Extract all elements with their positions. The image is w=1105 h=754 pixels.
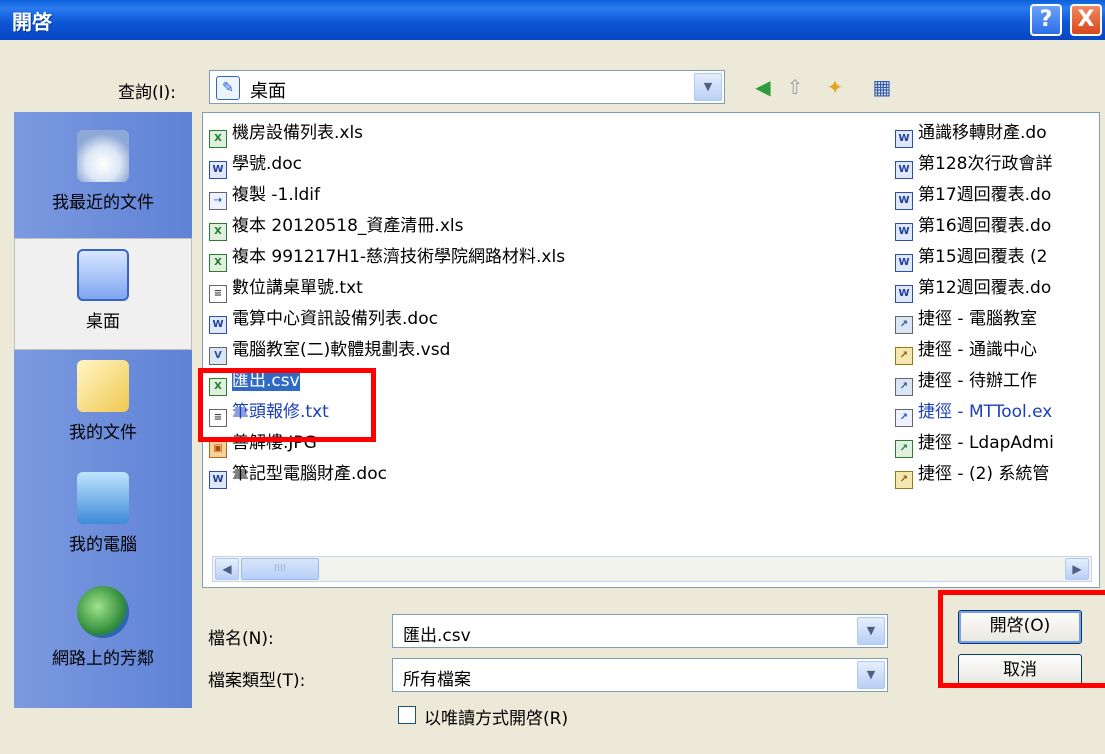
word-file-icon: W [895, 130, 913, 148]
scroll-left-icon[interactable]: ◀ [215, 558, 239, 580]
lookin-dropdown[interactable]: ✎ 桌面 ▼ [209, 70, 725, 104]
readonly-checkbox[interactable] [398, 706, 416, 724]
filetype-dropdown[interactable]: 所有檔案 ▼ [392, 658, 888, 692]
shortcut-icon: ↗ [895, 378, 913, 396]
list-item[interactable]: W 筆記型電腦財產.doc [209, 462, 387, 489]
help-button[interactable]: ? [1030, 4, 1062, 36]
network-places-icon [77, 586, 129, 638]
list-item[interactable]: ↗ 捷徑 - 通識中心 [895, 338, 1037, 365]
ldif-file-icon: ⇢ [209, 192, 227, 210]
new-folder-icon[interactable]: ✦ [822, 74, 848, 100]
shortcut-icon: ↗ [895, 409, 913, 427]
list-item[interactable]: X 機房設備列表.xls [209, 121, 363, 148]
places-bar: 我最近的文件 桌面 我的文件 我的電腦 網路上的芳鄰 [14, 112, 192, 708]
place-label: 網路上的芳鄰 [52, 649, 154, 669]
place-my-documents[interactable]: 我的文件 [14, 360, 192, 443]
filename-label: 檔名(N): [208, 629, 274, 649]
window-title: 開啓 [12, 10, 52, 34]
place-label: 我的文件 [69, 423, 137, 443]
list-item[interactable]: X 複本 20120518_資產清冊.xls [209, 214, 463, 241]
highlight-open-button [938, 590, 1105, 688]
word-file-icon: W [895, 285, 913, 303]
lookin-label: 查詢(I): [118, 83, 177, 103]
lookin-value: 桌面 [250, 81, 286, 102]
filetype-value: 所有檔案 [403, 670, 471, 690]
shortcut-icon: ↗ [895, 440, 913, 458]
word-file-icon: W [895, 161, 913, 179]
back-icon[interactable]: ◀ [750, 74, 776, 100]
word-file-icon: W [895, 192, 913, 210]
list-item[interactable]: ↗ 捷徑 - (2) 系統管 [895, 462, 1049, 489]
word-file-icon: W [209, 316, 227, 334]
title-bar: 開啓 ? X [0, 0, 1105, 40]
text-file-icon: ≡ [209, 285, 227, 303]
list-item[interactable]: X 複本 991217H1-慈濟技術學院網路材料.xls [209, 245, 565, 272]
visio-file-icon: V [209, 347, 227, 365]
excel-file-icon: X [209, 254, 227, 272]
desktop-icon: ✎ [216, 76, 240, 100]
close-button[interactable]: X [1070, 4, 1102, 36]
list-item[interactable]: V 電腦教室(二)軟體規劃表.vsd [209, 338, 450, 365]
excel-file-icon: X [209, 130, 227, 148]
list-item[interactable]: W 學號.doc [209, 152, 302, 179]
desktop-icon [77, 249, 129, 301]
list-item[interactable]: ≡ 數位講桌單號.txt [209, 276, 363, 303]
place-label: 桌面 [86, 312, 120, 332]
word-file-icon: W [209, 161, 227, 179]
list-item[interactable]: ↗ 捷徑 - 電腦教室 [895, 307, 1037, 334]
excel-file-icon: X [209, 223, 227, 241]
shortcut-icon: ↗ [895, 316, 913, 334]
list-item[interactable]: W 第17週回覆表.do [895, 183, 1051, 210]
highlight-selected-file [198, 368, 376, 442]
my-computer-icon [77, 472, 129, 524]
filetype-label: 檔案類型(T): [208, 671, 306, 691]
list-item[interactable]: W 第128次行政會詳 [895, 152, 1052, 179]
chevron-down-icon[interactable]: ▼ [857, 617, 885, 645]
list-item[interactable]: W 通識移轉財產.do [895, 121, 1047, 148]
place-label: 我最近的文件 [52, 193, 154, 213]
place-network[interactable]: 網路上的芳鄰 [14, 586, 192, 669]
recent-documents-icon [77, 130, 129, 182]
list-item[interactable]: W 第16週回覆表.do [895, 214, 1051, 241]
place-recent[interactable]: 我最近的文件 [14, 130, 192, 213]
place-label: 我的電腦 [69, 535, 137, 555]
word-file-icon: W [209, 471, 227, 489]
list-item[interactable]: W 電算中心資訊設備列表.doc [209, 307, 438, 334]
horizontal-scrollbar[interactable]: ◀ IIII ▶ [212, 556, 1092, 582]
list-item[interactable]: ↗ 捷徑 - 待辦工作 [895, 369, 1037, 396]
list-item[interactable]: ↗ 捷徑 - MTTool.ex [895, 400, 1052, 427]
list-item[interactable]: W 第12週回覆表.do [895, 276, 1051, 303]
place-desktop[interactable]: 桌面 [14, 238, 192, 350]
place-my-computer[interactable]: 我的電腦 [14, 472, 192, 555]
views-menu-icon[interactable]: ▦ [862, 74, 902, 100]
file-list[interactable]: X 機房設備列表.xls W 學號.doc ⇢ 複製 -1.ldif X 複本 2012… [202, 112, 1100, 588]
my-documents-icon [77, 360, 129, 412]
scroll-right-icon[interactable]: ▶ [1065, 558, 1089, 580]
folder-shortcut-icon: ↗ [895, 347, 913, 365]
up-folder-icon[interactable]: ⇧ [782, 74, 808, 100]
word-file-icon: W [895, 254, 913, 272]
filename-value: 匯出.csv [403, 626, 471, 646]
scroll-thumb[interactable]: IIII [241, 558, 319, 580]
readonly-label: 以唯讀方式開啓(R) [424, 709, 569, 729]
list-item[interactable]: W 第15週回覆表 (2 [895, 245, 1047, 272]
image-file-icon: ▣ [209, 440, 227, 458]
chevron-down-icon[interactable]: ▼ [857, 661, 885, 689]
word-file-icon: W [895, 223, 913, 241]
folder-shortcut-icon: ↗ [895, 471, 913, 489]
filename-field[interactable]: 匯出.csv ▼ [392, 614, 888, 648]
chevron-down-icon[interactable]: ▼ [694, 73, 722, 101]
list-item[interactable]: ⇢ 複製 -1.ldif [209, 183, 320, 210]
list-item[interactable]: ↗ 捷徑 - LdapAdmi [895, 431, 1054, 458]
